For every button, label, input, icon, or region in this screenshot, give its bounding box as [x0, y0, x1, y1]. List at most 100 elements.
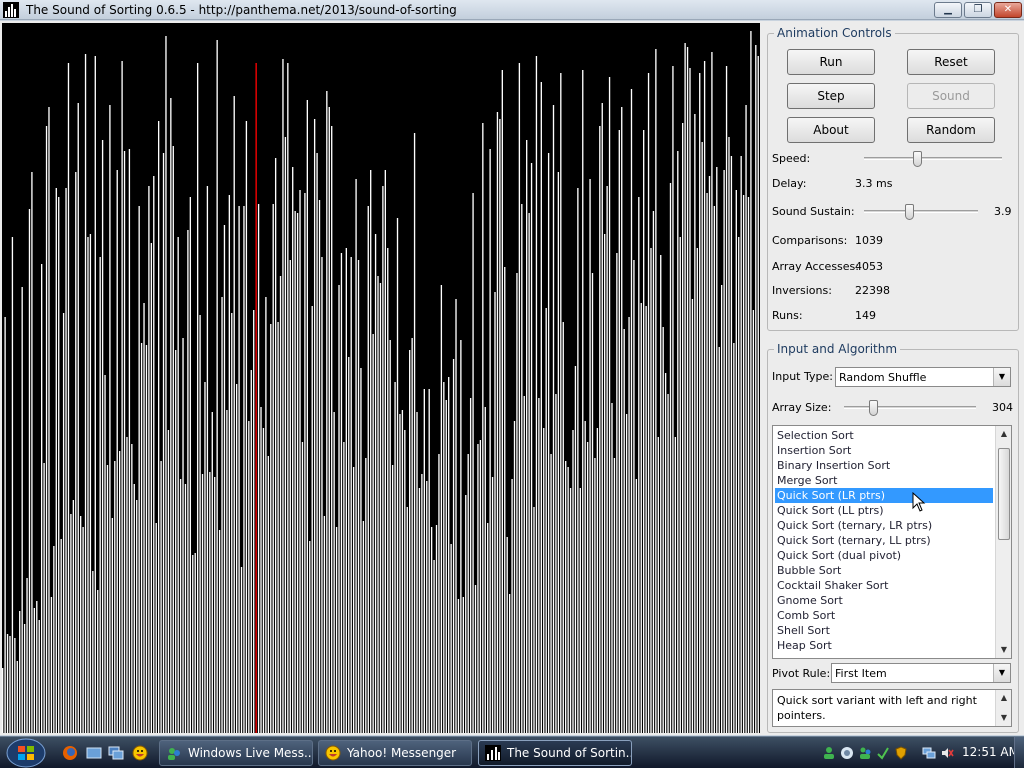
array-bar: [279, 276, 282, 733]
algorithm-list-item[interactable]: Shell Sort: [775, 623, 993, 638]
array-bar: [472, 193, 474, 733]
algorithm-list-item[interactable]: Merge Sort: [775, 473, 993, 488]
yahoo-messenger-icon[interactable]: [132, 745, 148, 761]
algorithm-list-item[interactable]: Cocktail Shaker Sort: [775, 578, 993, 593]
array-bar: [355, 179, 357, 733]
scroll-up-icon[interactable]: ▲: [996, 690, 1012, 706]
algorithm-list-item[interactable]: Quick Sort (ternary, LR ptrs): [775, 518, 993, 533]
array-bar: [82, 527, 84, 733]
array-bar: [728, 137, 730, 733]
array-bar: [245, 121, 248, 733]
sustain-slider-thumb[interactable]: [904, 204, 914, 220]
algorithm-list-scrollbar[interactable]: ▲ ▼: [995, 426, 1011, 658]
array-bar: [309, 541, 311, 733]
array-bar: [31, 172, 33, 733]
start-button[interactable]: [4, 738, 46, 768]
array-bar: [41, 264, 43, 733]
show-desktop-icon[interactable]: [86, 745, 102, 761]
random-button[interactable]: Random: [907, 117, 995, 143]
taskbar-item-yahoo[interactable]: Yahoo! Messenger: [318, 740, 472, 766]
algorithm-list[interactable]: Selection Sort Insertion Sort Binary Inser…: [772, 425, 1012, 659]
show-desktop-button[interactable]: [1014, 737, 1024, 768]
taskbar-item-windows-live[interactable]: Windows Live Mess...: [159, 740, 313, 766]
array-bar: [11, 237, 14, 733]
algorithm-list-item[interactable]: Insertion Sort: [775, 443, 993, 458]
sustain-label: Sound Sustain:: [772, 205, 855, 218]
array-bar: [445, 400, 447, 733]
about-button[interactable]: About: [787, 117, 875, 143]
algorithm-list-item[interactable]: Quick Sort (dual pivot): [775, 548, 993, 563]
algorithm-list-item[interactable]: Quick Sort (LR ptrs): [775, 488, 993, 503]
speed-slider-thumb[interactable]: [913, 151, 923, 167]
algorithm-list-item[interactable]: Quick Sort (LL ptrs): [775, 503, 993, 518]
sort-visualization: [2, 23, 760, 733]
array-bar: [404, 430, 406, 733]
array-size-slider-thumb[interactable]: [868, 400, 878, 416]
array-bar: [577, 188, 579, 733]
algorithm-list-item[interactable]: Selection Sort: [775, 428, 993, 443]
chat-icon[interactable]: [840, 746, 854, 760]
scroll-down-icon[interactable]: ▼: [996, 642, 1011, 658]
algorithm-list-item[interactable]: Bubble Sort: [775, 563, 993, 578]
array-bar: [165, 36, 167, 733]
volume-muted-icon[interactable]: [940, 746, 954, 760]
run-button[interactable]: Run: [787, 49, 875, 75]
array-bar: [735, 190, 737, 733]
array-bar: [418, 488, 421, 733]
algorithm-list-item[interactable]: Comb Sort: [775, 608, 993, 623]
array-bar: [292, 167, 294, 733]
close-button[interactable]: ✕: [994, 2, 1022, 18]
array-bar: [189, 197, 192, 733]
array-bar: [469, 398, 472, 733]
contacts-icon[interactable]: [858, 746, 872, 760]
reset-button[interactable]: Reset: [907, 49, 995, 75]
network-icon[interactable]: [922, 746, 936, 760]
scroll-up-icon[interactable]: ▲: [996, 426, 1011, 442]
step-button[interactable]: Step: [787, 83, 875, 109]
sound-button[interactable]: Sound: [907, 83, 995, 109]
array-bar: [738, 237, 740, 733]
switch-windows-icon[interactable]: [108, 745, 124, 761]
messenger-status-icon[interactable]: [822, 746, 836, 760]
algorithm-description-text: Quick sort variant with left and right p…: [777, 694, 977, 722]
firefox-icon[interactable]: [62, 745, 78, 761]
array-bar: [450, 544, 452, 733]
array-bar: [523, 396, 525, 733]
security-shield-icon[interactable]: [894, 746, 908, 760]
array-bar: [316, 153, 318, 733]
array-size-slider-track[interactable]: [844, 406, 976, 409]
taskbar-item-sound-of-sorting[interactable]: The Sound of Sortin...: [478, 740, 632, 766]
array-bar: [742, 195, 745, 733]
checkmark-icon[interactable]: [876, 746, 890, 760]
comparisons-value: 1039: [855, 234, 883, 247]
sustain-slider-track[interactable]: [864, 210, 978, 213]
array-bar: [650, 248, 652, 733]
array-bar: [55, 188, 57, 733]
array-bar: [101, 140, 104, 733]
array-bar: [221, 297, 223, 733]
scrollbar-thumb[interactable]: [998, 448, 1010, 540]
chevron-down-icon[interactable]: ▼: [993, 664, 1010, 682]
array-bar: [97, 590, 99, 733]
pivot-rule-select[interactable]: First Item ▼: [831, 663, 1011, 683]
scroll-down-icon[interactable]: ▼: [996, 710, 1012, 726]
array-bar: [296, 213, 299, 733]
array-bar: [184, 484, 187, 733]
algorithm-list-item[interactable]: Heap Sort: [775, 638, 993, 653]
mouse-cursor-icon: [912, 492, 926, 512]
maximize-button[interactable]: ❐: [964, 2, 992, 18]
algorithm-list-item[interactable]: Gnome Sort: [775, 593, 993, 608]
system-clock[interactable]: 12:51 AM: [962, 745, 1019, 759]
array-bar: [48, 107, 50, 733]
chevron-down-icon[interactable]: ▼: [993, 368, 1010, 386]
array-bar: [58, 197, 60, 733]
input-type-select[interactable]: Random Shuffle ▼: [835, 367, 1011, 387]
array-bar: [331, 126, 333, 733]
minimize-button[interactable]: ▁: [934, 2, 962, 18]
array-bar: [223, 225, 226, 733]
description-scrollbar[interactable]: ▲ ▼: [995, 690, 1011, 726]
speed-slider-track[interactable]: [864, 157, 1002, 160]
input-algorithm-legend: Input and Algorithm: [774, 342, 901, 356]
algorithm-list-item[interactable]: Quick Sort (ternary, LL ptrs): [775, 533, 993, 548]
algorithm-list-item[interactable]: Binary Insertion Sort: [775, 458, 993, 473]
